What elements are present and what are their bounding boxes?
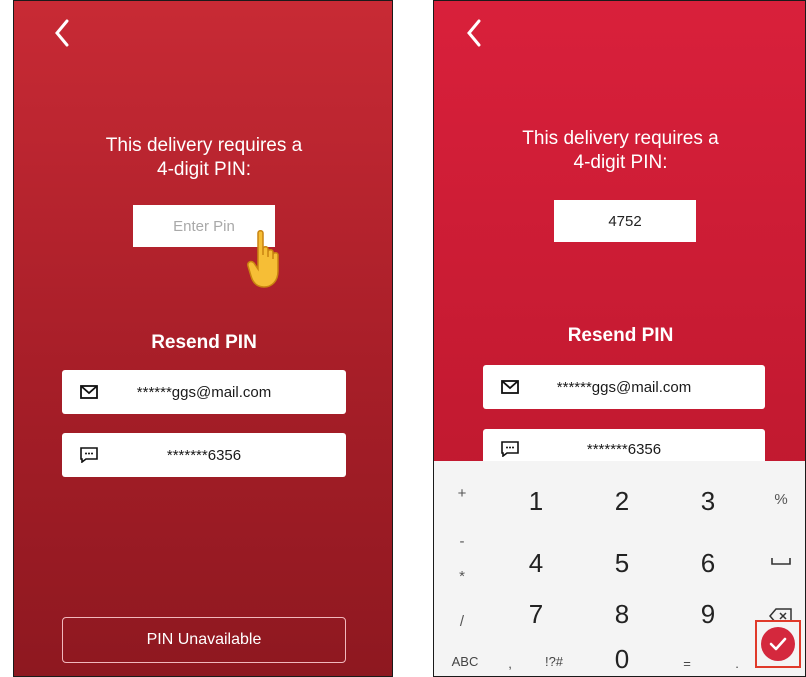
pin-value: 4752 [608, 212, 642, 230]
screen-after: This delivery requires a 4-digit PIN: 47… [433, 0, 806, 677]
resend-pin-heading: Resend PIN [151, 332, 257, 353]
key-9[interactable]: 9 [673, 588, 743, 640]
pin-input[interactable]: 4752 [554, 200, 696, 242]
phone-text: *******6356 [586, 441, 662, 458]
key-enter-confirm[interactable] [755, 620, 801, 668]
email-text: ******ggs@mail.com [556, 378, 692, 396]
phone-text: *******6356 [166, 446, 242, 464]
chevron-left-icon [55, 19, 69, 47]
resend-email-button[interactable]: ******ggs@mail.com [483, 365, 765, 409]
title-line-1: This delivery requires a [105, 135, 303, 156]
key-5[interactable]: 5 [587, 537, 657, 589]
key-percent[interactable]: % [761, 479, 801, 519]
key-6[interactable]: 6 [673, 537, 743, 589]
resend-email-button[interactable]: ******ggs@mail.com [62, 370, 346, 414]
pin-required-title: This delivery requires a 4-digit PIN: [14, 134, 392, 182]
email-text: ******ggs@mail.com [136, 383, 272, 401]
key-equals[interactable]: = [677, 651, 697, 675]
key-asterisk[interactable]: * [442, 556, 482, 596]
key-period[interactable]: . [729, 651, 745, 675]
key-abc[interactable]: ABC [440, 649, 490, 673]
key-7[interactable]: 7 [501, 588, 571, 640]
back-button[interactable] [460, 15, 488, 51]
message-icon [80, 447, 98, 463]
screen-before: This delivery requires a 4-digit PIN: En… [13, 0, 393, 677]
resend-pin-heading: Resend PIN [567, 325, 674, 346]
key-1[interactable]: 1 [501, 475, 571, 527]
email-icon [80, 385, 98, 399]
pin-required-title: This delivery requires a 4-digit PIN: [434, 127, 805, 175]
key-space[interactable] [761, 541, 801, 581]
numeric-keyboard: + - * / 1 2 3 4 5 6 7 8 9 0 % ABC , !?# … [434, 461, 805, 676]
pin-unavailable-button[interactable]: PIN Unavailable [62, 617, 346, 663]
title-line-1: This delivery requires a [522, 128, 719, 149]
key-symbols[interactable]: !?# [534, 649, 574, 673]
key-comma[interactable]: , [500, 651, 520, 675]
pin-placeholder: Enter Pin [173, 217, 235, 235]
checkmark-icon [769, 637, 787, 651]
resend-sms-button[interactable]: *******6356 [62, 433, 346, 477]
back-button[interactable] [48, 15, 76, 51]
title-line-2: 4-digit PIN: [573, 152, 668, 173]
key-plus[interactable]: + [442, 473, 482, 513]
enter-circle [761, 627, 795, 661]
key-2[interactable]: 2 [587, 475, 657, 527]
email-icon [501, 380, 519, 394]
key-minus[interactable]: - [442, 521, 482, 561]
key-4[interactable]: 4 [501, 537, 571, 589]
message-icon [501, 441, 519, 457]
key-slash[interactable]: / [442, 601, 482, 641]
key-0[interactable]: 0 [587, 633, 657, 676]
pointing-hand-icon [247, 230, 279, 288]
chevron-left-icon [467, 19, 481, 47]
title-line-2: 4-digit PIN: [157, 159, 251, 180]
space-icon [771, 558, 791, 565]
key-3[interactable]: 3 [673, 475, 743, 527]
